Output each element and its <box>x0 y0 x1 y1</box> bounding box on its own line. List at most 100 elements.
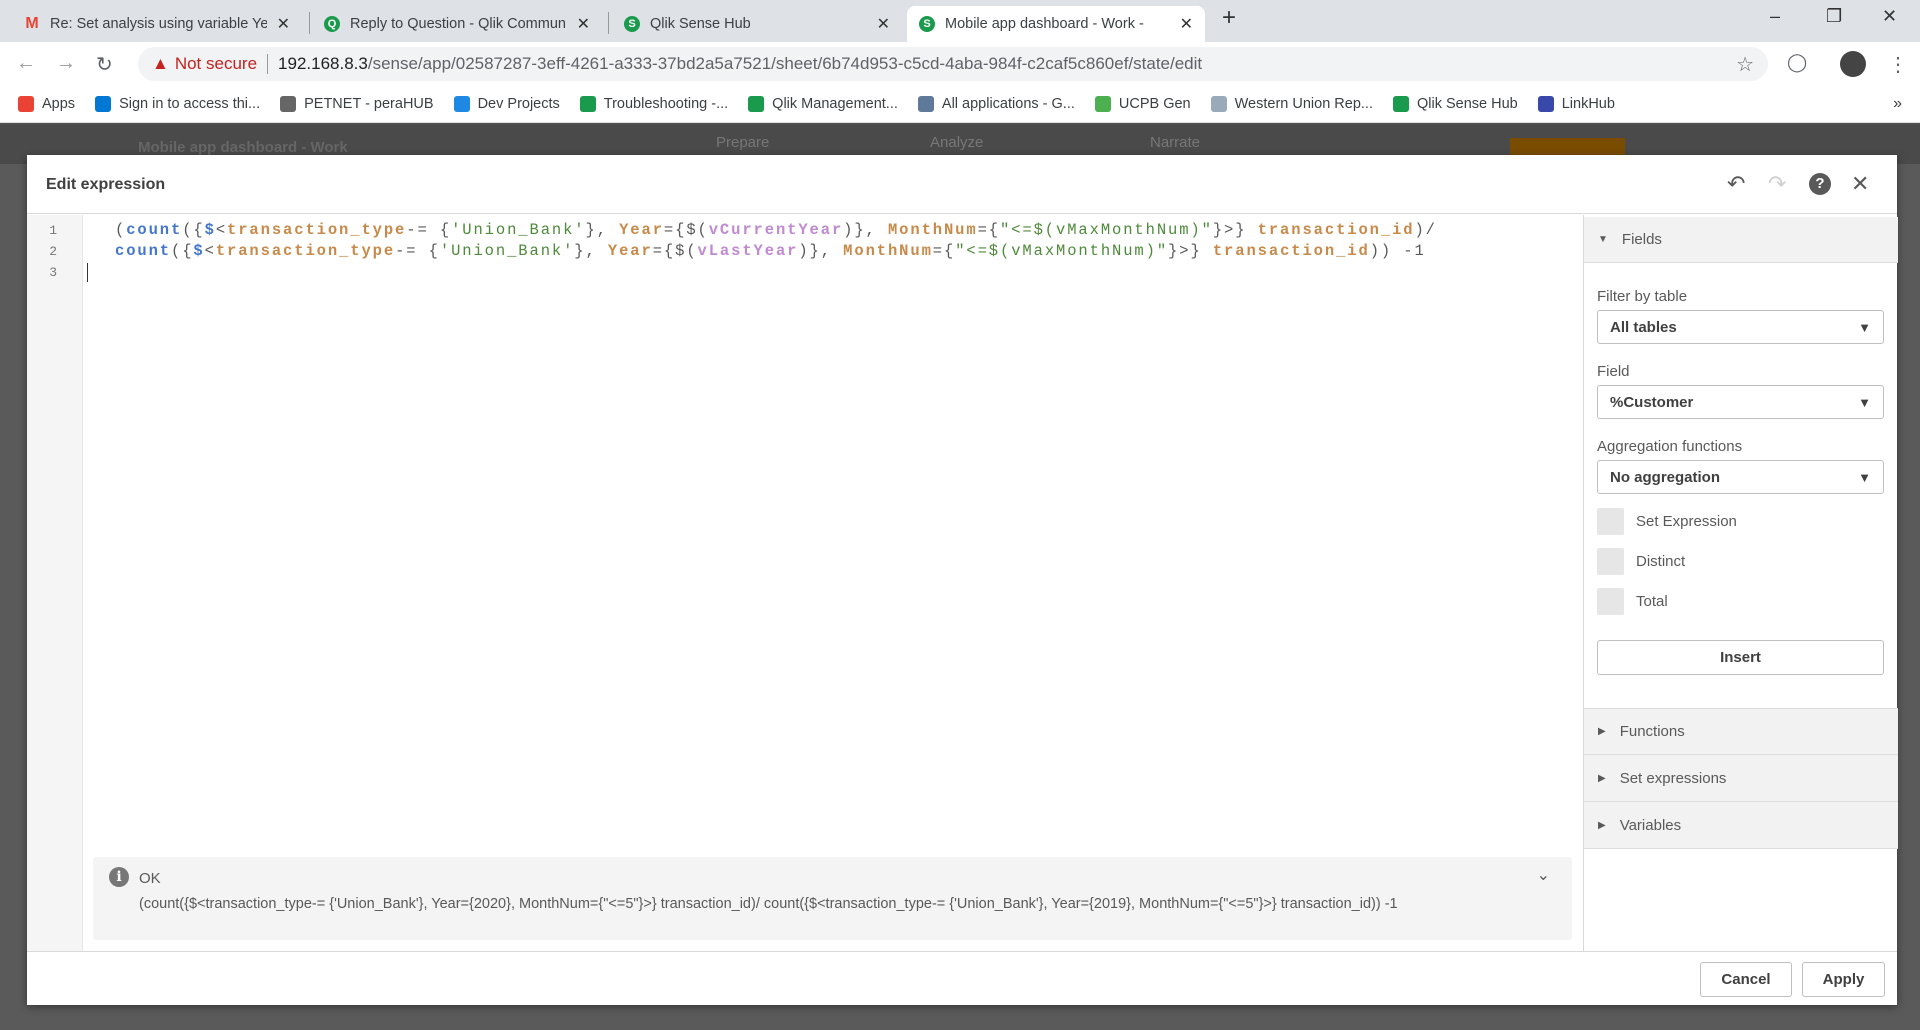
window-close-icon[interactable]: ✕ <box>1882 6 1897 27</box>
url-host: 192.168.8.3 <box>278 54 368 73</box>
bookmark-item[interactable]: PETNET - peraHUB <box>280 96 434 112</box>
reload-icon[interactable]: ↻ <box>96 52 113 77</box>
new-tab-icon[interactable]: + <box>1222 4 1236 32</box>
code-field: transaction_id <box>1212 242 1370 260</box>
dropdown-arrow-icon: ▼ <box>1858 394 1871 410</box>
section-label: Fields <box>1621 231 1662 248</box>
total-checkbox[interactable]: Total <box>1597 588 1668 615</box>
browser-tab[interactable]: Q Reply to Question - Qlik Commun ✕ <box>312 6 602 42</box>
code-string: "<=$(vMaxMonthNum)" <box>955 242 1169 260</box>
code-field: transaction_type <box>227 221 407 239</box>
code-punct: ={ <box>977 221 1000 239</box>
forward-icon[interactable]: → <box>56 52 76 75</box>
code-field: MonthNum <box>843 242 933 260</box>
more-bookmarks-icon[interactable]: » <box>1893 95 1902 113</box>
code-punct: }, <box>585 221 620 239</box>
close-tab-icon[interactable]: ✕ <box>1180 14 1193 34</box>
close-icon[interactable]: ✕ <box>1851 171 1869 197</box>
expression-status: i OK (count({$<transaction_type-= {'Unio… <box>93 857 1572 940</box>
bookmark-label: Apps <box>42 96 76 112</box>
code-field: Year <box>607 242 653 260</box>
code-punct: ={$( <box>663 221 709 239</box>
chevron-down-icon[interactable]: ⌄ <box>1537 865 1550 885</box>
cancel-button[interactable]: Cancel <box>1700 962 1792 997</box>
back-icon[interactable]: ← <box>16 52 36 75</box>
variables-section-header[interactable]: ▶ Variables <box>1584 802 1898 849</box>
not-secure-label[interactable]: Not secure <box>175 54 257 74</box>
browser-tab[interactable]: M Re: Set analysis using variable Ye ✕ <box>12 6 302 42</box>
select-value: No aggregation <box>1610 468 1721 486</box>
checkbox-box <box>1597 588 1624 615</box>
bookmark-label: LinkHub <box>1561 96 1615 112</box>
browser-tab[interactable]: S Qlik Sense Hub ✕ <box>612 6 902 42</box>
code-line: count({$<transaction_type-= {'Union_Bank… <box>115 242 1426 260</box>
aggregation-select[interactable]: No aggregation ▼ <box>1597 460 1884 494</box>
code-punct: ( <box>115 221 127 239</box>
extension-icon[interactable]: ◯ <box>1787 52 1807 73</box>
bookmark-item[interactable]: Western Union Rep... <box>1210 96 1373 112</box>
caret-down-icon: ▼ <box>1598 234 1608 245</box>
bookmark-item[interactable]: Qlik Sense Hub <box>1392 96 1518 112</box>
tab-narrate[interactable]: Narrate <box>1150 134 1200 151</box>
bookmark-favicon-icon <box>917 96 934 112</box>
bookmark-item[interactable]: Qlik Management... <box>748 96 898 112</box>
fields-section-header[interactable]: ▼ Fields <box>1584 217 1898 263</box>
checkbox-box <box>1597 548 1624 575</box>
filter-by-table-select[interactable]: All tables ▼ <box>1597 310 1884 344</box>
minimize-icon[interactable]: – <box>1770 6 1780 27</box>
tab-prepare[interactable]: Prepare <box>716 134 769 151</box>
bookmark-item[interactable]: UCPB Gen <box>1094 96 1191 112</box>
help-icon[interactable]: ? <box>1809 173 1831 195</box>
restore-icon[interactable]: ❐ <box>1826 6 1842 27</box>
code-punct: ({ <box>182 221 205 239</box>
close-tab-icon[interactable]: ✕ <box>577 14 590 34</box>
edit-expression-dialog: Edit expression ↶ ↷ ? ✕ 1 2 3 (count({$<… <box>27 155 1898 1005</box>
qlik-sense-icon: S <box>919 16 935 32</box>
checkbox-label: Total <box>1636 593 1668 610</box>
code-punct: }>} <box>1168 242 1213 260</box>
bookmark-label: Qlik Management... <box>772 96 898 112</box>
code-variable: vLastYear <box>697 242 799 260</box>
bookmark-label: Western Union Rep... <box>1234 96 1373 112</box>
bookmark-favicon-icon <box>18 96 34 112</box>
apply-button[interactable]: Apply <box>1802 962 1885 997</box>
caret-right-icon: ▶ <box>1598 726 1606 737</box>
bookmark-item[interactable]: LinkHub <box>1537 96 1615 112</box>
tab-divider <box>309 12 310 34</box>
code-punct: )}, <box>843 221 888 239</box>
bookmark-item[interactable]: Apps <box>18 96 75 112</box>
line-number: 3 <box>49 265 57 280</box>
close-tab-icon[interactable]: ✕ <box>877 14 890 34</box>
bookmark-star-icon[interactable]: ☆ <box>1736 52 1754 77</box>
functions-section-header[interactable]: ▶ Functions <box>1584 708 1898 755</box>
code-punct: }>} <box>1212 221 1258 239</box>
profile-avatar[interactable] <box>1840 51 1866 77</box>
expression-editor[interactable]: ( count({$<transaction_type-= {'Union_Ban… <box>87 215 1582 951</box>
code-string: "<=$(vMaxMonthNum)" <box>1000 221 1213 239</box>
close-tab-icon[interactable]: ✕ <box>277 14 290 34</box>
line-number: 1 <box>49 223 57 238</box>
menu-kebab-icon[interactable]: ⋮ <box>1888 52 1908 77</box>
tab-analyze[interactable]: Analyze <box>930 134 983 151</box>
bookmark-label: PETNET - peraHUB <box>304 96 434 112</box>
set-expression-checkbox[interactable]: Set Expression <box>1597 508 1737 535</box>
bookmark-item[interactable]: All applications - G... <box>917 96 1075 112</box>
code-punct: }, <box>574 242 608 260</box>
dialog-footer: Cancel Apply <box>27 951 1897 1005</box>
undo-icon[interactable]: ↶ <box>1727 171 1745 197</box>
redo-icon[interactable]: ↷ <box>1768 171 1786 197</box>
bookmark-item[interactable]: Sign in to access thi... <box>95 96 260 112</box>
info-icon: i <box>109 867 129 887</box>
dropdown-arrow-icon: ▼ <box>1858 469 1871 485</box>
distinct-checkbox[interactable]: Distinct <box>1597 548 1685 575</box>
field-select[interactable]: %Customer ▼ <box>1597 385 1884 419</box>
tab-divider <box>608 12 609 34</box>
bookmark-item[interactable]: Dev Projects <box>453 96 560 112</box>
bookmark-favicon-icon <box>1537 96 1554 112</box>
set-expressions-section-header[interactable]: ▶ Set expressions <box>1584 755 1898 802</box>
insert-button[interactable]: Insert <box>1597 640 1884 675</box>
bookmark-item[interactable]: Troubleshooting -... <box>579 96 728 112</box>
address-bar[interactable]: ▲ Not secure 192.168.8.3/sense/app/02587… <box>138 47 1768 81</box>
browser-tab-active[interactable]: S Mobile app dashboard - Work - ✕ <box>907 6 1205 42</box>
code-set-identifier: $ <box>204 221 216 239</box>
